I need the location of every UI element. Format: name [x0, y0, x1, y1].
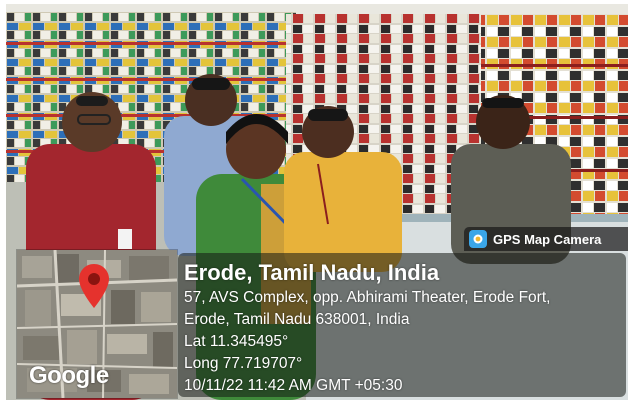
google-logo: Google: [29, 362, 109, 389]
badge-label: GPS Map Camera: [493, 231, 602, 247]
map-thumbnail: Google: [16, 249, 178, 399]
latitude-text: Lat 11.345495°: [184, 333, 289, 350]
location-title: Erode, Tamil Nadu, India: [184, 260, 440, 285]
gps-camera-badge: GPS Map Camera: [464, 227, 628, 251]
address-line-2: Erode, Tamil Nadu 638001, India: [184, 311, 410, 328]
camera-icon: [469, 230, 487, 248]
timestamp-text: 10/11/22 11:42 AM GMT +05:30: [184, 377, 403, 394]
address-line-1: 57, AVS Complex, opp. Abhirami Theater, …: [184, 289, 551, 306]
photo-frame: GPS Map Camera Google Erode, Tamil Nadu,…: [6, 4, 628, 400]
longitude-text: Long 77.719707°: [184, 355, 303, 372]
map-pin-icon: [79, 264, 109, 308]
